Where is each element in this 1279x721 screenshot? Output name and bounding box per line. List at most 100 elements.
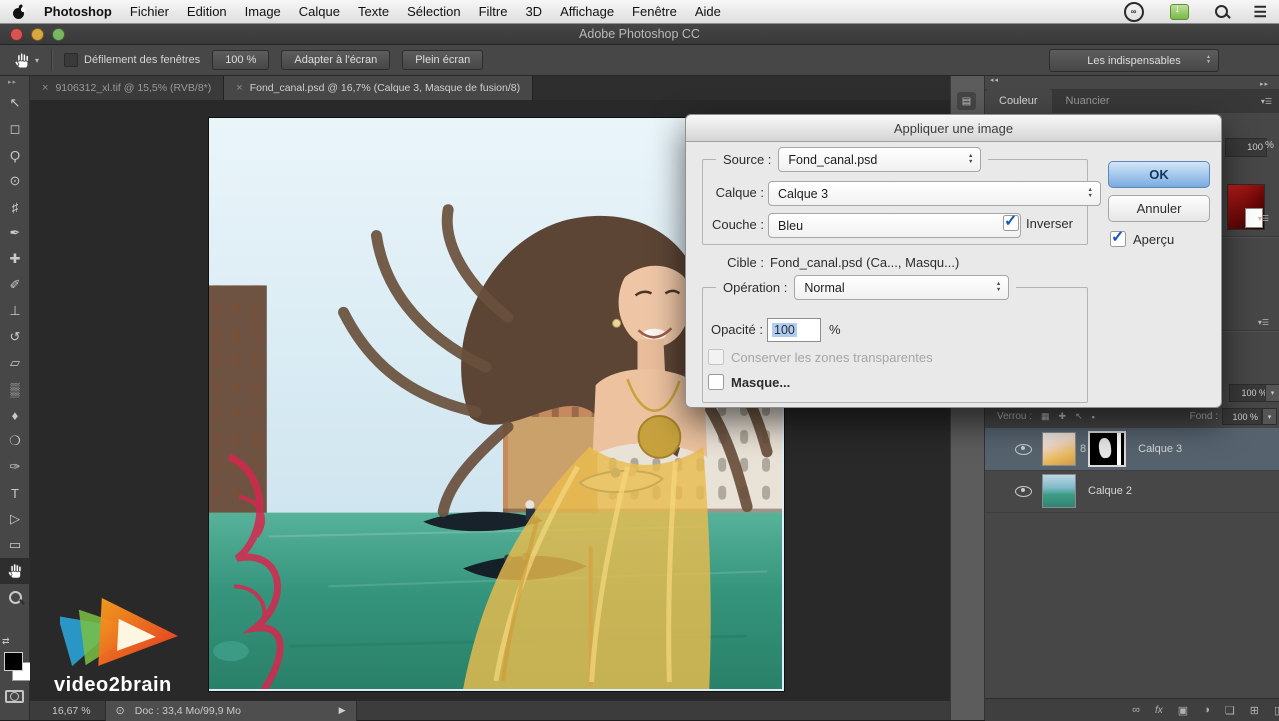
ok-button[interactable]: OK <box>1108 161 1210 188</box>
layer-name[interactable]: Calque 2 <box>1088 485 1132 497</box>
status-options-arrow-icon[interactable]: ▶ <box>339 705 346 716</box>
tool-eyedropper[interactable]: ✒ <box>0 220 30 246</box>
tool-gradient[interactable]: ▒ <box>0 376 30 402</box>
preview-checkbox[interactable] <box>1110 227 1126 247</box>
new-group-icon[interactable]: ❏ <box>1225 704 1235 717</box>
menu-edition[interactable]: Edition <box>187 4 227 19</box>
workspace-select[interactable]: Les indispensables <box>1049 49 1219 72</box>
tool-healing-brush[interactable]: ✚ <box>0 246 30 272</box>
tool-marquee[interactable]: ◻ <box>0 116 30 142</box>
layer-mask-thumbnail[interactable] <box>1088 431 1127 467</box>
close-icon[interactable]: × <box>42 82 48 94</box>
tool-eraser[interactable]: ▱ <box>0 350 30 376</box>
download-icon[interactable] <box>1169 3 1189 20</box>
layer-row-calque-3[interactable]: 8 Calque 3 <box>985 428 1279 471</box>
tool-rectangle[interactable]: ▭ <box>0 532 30 558</box>
document-tab-1[interactable]: × 9106312_xl.tif @ 15,5% (RVB/8*) <box>30 76 225 100</box>
color-value-field[interactable]: 100 <box>1225 138 1267 157</box>
tool-path-selection[interactable]: ▷ <box>0 506 30 532</box>
menu-fenetre[interactable]: Fenêtre <box>632 4 677 19</box>
scroll-all-windows-checkbox[interactable] <box>64 53 79 67</box>
menu-calque[interactable]: Calque <box>299 4 340 19</box>
menu-aide[interactable]: Aide <box>695 4 721 19</box>
layer-visibility-eye-icon[interactable] <box>1015 443 1032 455</box>
collapse-panels-icon[interactable]: ◂◂ <box>990 76 999 84</box>
add-mask-icon[interactable]: ▣ <box>1178 704 1188 717</box>
channel-dropdown[interactable]: Bleu <box>768 213 1021 238</box>
menu-list-icon[interactable]: ☰ <box>1254 3 1267 21</box>
tool-lasso[interactable]: Ϙ <box>0 142 30 168</box>
menu-texte[interactable]: Texte <box>358 4 389 19</box>
new-layer-icon[interactable]: ⊞ <box>1250 704 1259 717</box>
panel-menu-icon[interactable]: ▾☰ <box>1258 214 1269 223</box>
tool-clone-stamp[interactable]: ⊥ <box>0 298 30 324</box>
tool-blur[interactable]: ♦ <box>0 402 30 428</box>
tool-zoom[interactable] <box>0 584 30 610</box>
tool-dodge[interactable]: ❍ <box>0 428 30 454</box>
tool-quick-selection[interactable]: ⊙ <box>0 168 30 194</box>
layer-name[interactable]: Calque 3 <box>1138 443 1182 455</box>
tool-crop[interactable]: ♯ <box>0 194 30 220</box>
fit-screen-button[interactable]: Adapter à l'écran <box>281 50 391 70</box>
layer-dropdown[interactable]: Calque 3 <box>768 181 1101 206</box>
menu-filtre[interactable]: Filtre <box>479 4 508 19</box>
layer-row-calque-2[interactable]: Calque 2 <box>985 470 1279 513</box>
mask-link-icon[interactable]: 8 <box>1080 443 1086 455</box>
foreground-color-swatch[interactable] <box>4 652 23 671</box>
quick-mask-button[interactable] <box>5 690 24 703</box>
adjustment-layer-icon[interactable]: ◑ <box>1203 704 1210 716</box>
menu-3d[interactable]: 3D <box>525 4 542 19</box>
menu-image[interactable]: Image <box>245 4 281 19</box>
close-icon[interactable]: × <box>236 82 242 94</box>
tab-couleur[interactable]: Couleur <box>985 89 1052 113</box>
toolbar-expand-icon[interactable]: ▸▸ <box>8 78 17 86</box>
tab-nuancier[interactable]: Nuancier <box>1052 89 1124 113</box>
caret-down-icon[interactable]: ▾ <box>1262 408 1277 425</box>
document-info-segment[interactable]: ⊙ Doc : 33,4 Mo/99,9 Mo ▶ <box>104 700 357 721</box>
menu-selection[interactable]: Sélection <box>407 4 460 19</box>
tool-pen[interactable]: ✑ <box>0 454 30 480</box>
mask-checkbox[interactable] <box>708 374 724 390</box>
zoom-100-button[interactable]: 100 % <box>212 50 270 70</box>
delete-layer-icon[interactable]: ▯ <box>1274 704 1279 717</box>
tool-hand[interactable] <box>0 558 30 584</box>
menu-fichier[interactable]: Fichier <box>130 4 169 19</box>
lock-pixels-icon[interactable]: ✚ <box>1059 411 1067 422</box>
lock-position-icon[interactable]: ↖ <box>1075 411 1083 422</box>
channel-value: Bleu <box>778 218 804 233</box>
search-icon[interactable] <box>1214 5 1228 18</box>
tool-move[interactable]: ↖ <box>0 90 30 116</box>
dock-panel-icon[interactable]: ▤ <box>957 92 976 110</box>
layer-thumbnail[interactable] <box>1042 432 1076 466</box>
menu-affichage[interactable]: Affichage <box>560 4 614 19</box>
color-ramp[interactable] <box>1227 184 1265 230</box>
expand-panels-icon[interactable]: ▸▸ <box>1260 80 1269 88</box>
lock-transparency-icon[interactable]: ▦ <box>1041 411 1050 422</box>
panel-menu-icon[interactable]: ▾☰ <box>1261 97 1272 106</box>
layer-thumbnail[interactable] <box>1042 474 1076 508</box>
caret-down-icon[interactable]: ▾ <box>1265 384 1279 402</box>
fill-screen-button[interactable]: Plein écran <box>402 50 484 70</box>
operation-dropdown[interactable]: Normal <box>794 275 1010 300</box>
tool-history-brush[interactable]: ↺ <box>0 324 30 350</box>
swap-colors-icon[interactable]: ⇄ <box>2 636 10 647</box>
opacity-value: 100 <box>772 323 797 337</box>
layer-visibility-eye-icon[interactable] <box>1015 485 1032 497</box>
tool-brush[interactable]: ✐ <box>0 272 30 298</box>
link-layers-icon[interactable]: ∞ <box>1132 704 1140 716</box>
opacity-input[interactable]: 100 <box>767 318 821 342</box>
apple-icon[interactable] <box>12 4 26 20</box>
panel-menu-icon[interactable]: ▾☰ <box>1258 318 1269 327</box>
invert-checkbox[interactable] <box>1003 211 1019 231</box>
layer-fill-field[interactable]: 100 % <box>1222 408 1262 425</box>
cancel-button[interactable]: Annuler <box>1108 195 1210 222</box>
source-dropdown[interactable]: Fond_canal.psd <box>778 147 982 172</box>
hand-tool-preset[interactable]: ▾ <box>14 52 39 69</box>
zoom-level-field[interactable]: 16,67 % <box>52 705 91 717</box>
lock-all-icon[interactable]: ▪ <box>1092 412 1095 422</box>
layer-style-icon[interactable]: fx <box>1155 705 1163 716</box>
menu-photoshop[interactable]: Photoshop <box>44 4 112 19</box>
tool-type[interactable]: T <box>0 480 30 506</box>
creative-cloud-icon[interactable]: ∞ <box>1123 1 1144 22</box>
document-tab-2[interactable]: × Fond_canal.psd @ 16,7% (Calque 3, Masq… <box>224 76 534 100</box>
